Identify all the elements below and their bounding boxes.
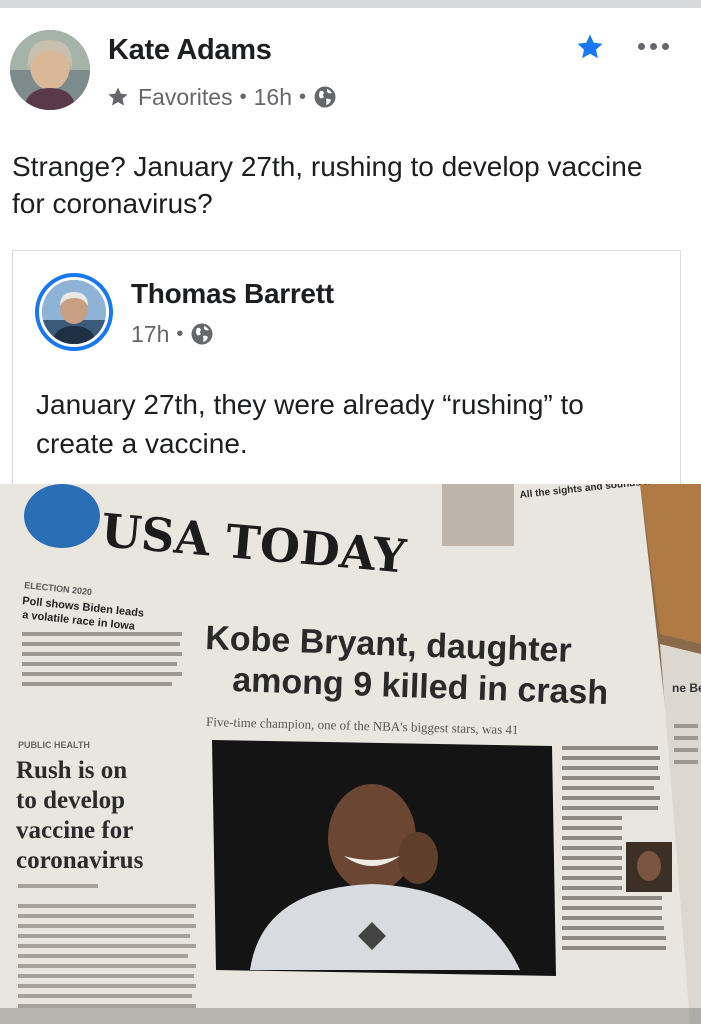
- shared-post-meta: 17h •: [131, 319, 214, 349]
- author-name[interactable]: Kate Adams: [108, 34, 272, 67]
- shared-post-time[interactable]: 17h: [131, 321, 169, 348]
- post-time[interactable]: 16h: [254, 84, 292, 111]
- top-divider: [0, 0, 701, 8]
- post-header: Kate Adams Favorites • 16h •: [10, 30, 690, 112]
- author-avatar[interactable]: [10, 30, 90, 110]
- more-options-icon[interactable]: [638, 36, 678, 56]
- shared-author-name[interactable]: Thomas Barrett: [131, 278, 334, 310]
- dot: [662, 42, 669, 50]
- teaser-photo: [442, 484, 514, 546]
- vaccine-headline-line3: vaccine for: [16, 817, 133, 844]
- meta-separator: •: [298, 85, 306, 108]
- edge-text: ne Be: [672, 681, 701, 695]
- favorite-star-icon[interactable]: [575, 32, 605, 62]
- usa-today-globe-icon: [24, 484, 100, 548]
- newspaper-photo[interactable]: USA TODAY All the sights and sounds from…: [0, 484, 701, 1024]
- vaccine-headline-line1: Rush is on: [16, 757, 127, 784]
- vaccine-headline-line2: to develop: [16, 787, 125, 814]
- kobe-photo: [212, 740, 556, 976]
- dot: [638, 42, 645, 50]
- star-icon: [108, 87, 128, 106]
- section-label: PUBLIC HEALTH: [18, 740, 90, 750]
- vaccine-headline-line4: coronavirus: [16, 847, 144, 874]
- dot: [650, 42, 657, 50]
- globe-icon: [191, 323, 213, 345]
- post-meta: Favorites • 16h •: [106, 82, 337, 112]
- globe-icon: [314, 86, 336, 108]
- meta-separator: •: [239, 85, 247, 108]
- meta-separator: •: [176, 322, 184, 345]
- shared-author-avatar[interactable]: [35, 273, 113, 351]
- shared-post-text: January 27th, they were already “rushing…: [36, 389, 584, 459]
- post-text: Strange? January 27th, rushing to develo…: [12, 151, 643, 219]
- audience-label[interactable]: Favorites: [138, 84, 233, 111]
